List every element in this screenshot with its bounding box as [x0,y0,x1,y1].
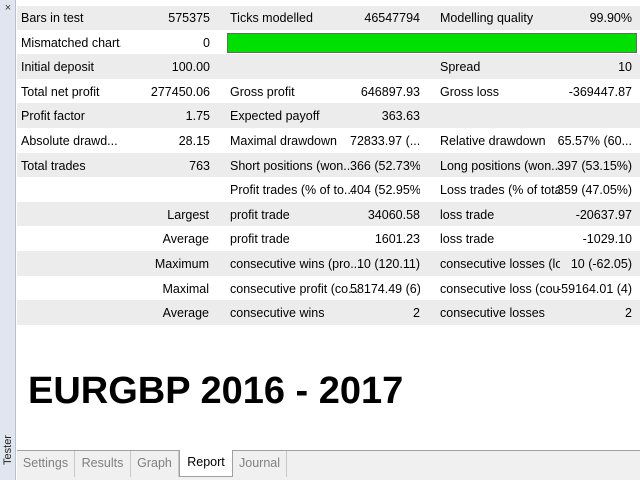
tab-report[interactable]: Report [179,450,233,477]
label-relative-drawdown: Relative drawdown [440,133,546,148]
label-loss-trades: Loss trades (% of total) [440,183,560,198]
label-largest: Largest [167,207,209,222]
label-maximal-consecutive-profit: consecutive profit (co... [230,281,359,296]
value-maximal-consecutive-loss: -59164.01 (4) [557,281,632,296]
label-total-net-profit: Total net profit [21,84,100,99]
value-max-consecutive-wins: 10 (120.11) [356,256,420,271]
value-average-consecutive-wins: 2 [413,306,420,321]
label-average-loss-trade: loss trade [440,232,495,247]
value-maximal-consecutive-profit: 58174.49 (6) [350,281,420,296]
value-absolute-drawdown: 28.15 [178,133,210,148]
value-long-positions: 397 (53.15%) [557,158,632,173]
table-row: Absolute drawd... 28.15 Maximal drawdown… [17,128,640,154]
value-average-loss-trade: -1029.10 [582,232,632,247]
value-largest-profit-trade: 34060.58 [367,207,420,222]
tester-tab-bar: Settings Results Graph Report Journal [17,450,640,480]
overlay-title: EURGBP 2016 - 2017 [28,370,404,412]
label-maximal-drawdown: Maximal drawdown [230,133,337,148]
value-spread: 10 [618,60,632,75]
table-row: Profit trades (% of to... 404 (52.95%) L… [17,178,640,203]
table-row: Initial deposit 100.00 Spread 10 [17,55,640,80]
value-gross-profit: 646897.93 [360,84,420,99]
value-expected-payoff: 363.63 [381,109,420,124]
table-row: Total trades 763 Short positions (won...… [17,153,640,179]
value-loss-trades: 359 (47.05%) [557,183,632,198]
label-average-consecutive-losses: consecutive losses [440,306,545,321]
label-largest-loss-trade: loss trade [440,207,495,222]
table-row: Average profit trade 1601.23 loss trade … [17,227,640,252]
label-largest-profit-trade: profit trade [230,207,290,222]
table-row: Largest profit trade 34060.58 loss trade… [17,202,640,228]
label-spread: Spread [440,60,481,75]
label-initial-deposit: Initial deposit [21,60,94,75]
table-row: Maximal consecutive profit (co... 58174.… [17,276,640,302]
label-short-positions: Short positions (won... [230,158,354,173]
label-maximal: Maximal [162,281,209,296]
table-row: Profit factor 1.75 Expected payoff 363.6… [17,104,640,129]
table-row: Maximum consecutive wins (pro... 10 (120… [17,251,640,277]
tester-label: Tester [2,435,14,465]
value-profit-factor: 1.75 [185,109,210,124]
label-maximum: Maximum [154,256,209,271]
label-average-consecutive: Average [162,306,209,321]
label-profit-trades: Profit trades (% of to... [230,183,355,198]
label-ticks-modelled: Ticks modelled [230,11,313,25]
value-relative-drawdown: 65.57% (60... [557,133,632,148]
value-total-trades: 763 [189,158,210,173]
tab-graph[interactable]: Graph [131,451,179,477]
label-gross-loss: Gross loss [440,84,500,99]
modelling-quality-bar [227,32,637,53]
value-largest-loss-trade: -20637.97 [575,207,632,222]
label-long-positions: Long positions (won... [440,158,560,173]
label-gross-profit: Gross profit [230,84,295,99]
label-mismatched-chart-errors: Mismatched chart... [21,35,121,50]
tab-settings[interactable]: Settings [17,451,75,477]
label-average-consecutive-wins: consecutive wins [230,306,325,321]
label-modelling-quality: Modelling quality [440,11,534,25]
label-expected-payoff: Expected payoff [230,109,320,124]
table-row: Average consecutive wins 2 consecutive l… [17,301,640,326]
value-gross-loss: -369447.87 [568,84,632,99]
value-initial-deposit: 100.00 [171,60,210,75]
label-max-consecutive-wins: consecutive wins (pro... [230,256,360,271]
label-average: Average [162,232,209,247]
tab-results[interactable]: Results [75,451,131,477]
report-table: Bars in test 575375 Ticks modelled 46547… [17,6,640,326]
tester-side-panel: × Tester [0,0,16,480]
label-average-profit-trade: profit trade [230,232,290,247]
label-absolute-drawdown: Absolute drawd... [21,133,118,148]
table-row: Mismatched chart... 0 [17,30,640,56]
value-average-profit-trade: 1601.23 [374,232,420,247]
value-modelling-quality: 99.90% [589,11,632,25]
label-max-consecutive-losses: consecutive losses (lo... [440,256,560,271]
value-short-positions: 366 (52.73%) [350,158,420,173]
label-total-trades: Total trades [21,158,86,173]
value-mismatched-chart-errors: 0 [203,35,210,50]
close-icon[interactable]: × [2,2,14,14]
value-total-net-profit: 277450.06 [150,84,210,99]
value-ticks-modelled: 46547794 [364,11,420,25]
table-row: Bars in test 575375 Ticks modelled 46547… [17,6,640,31]
value-max-consecutive-losses: 10 (-62.05) [570,256,632,271]
label-profit-factor: Profit factor [21,109,85,124]
value-maximal-drawdown: 72833.97 (... [350,133,420,148]
tab-journal[interactable]: Journal [233,451,287,477]
table-row: Total net profit 277450.06 Gross profit … [17,79,640,105]
value-profit-trades: 404 (52.95%) [350,183,420,198]
value-bars-in-test: 575375 [168,11,210,25]
value-average-consecutive-losses: 2 [625,306,632,321]
label-maximal-consecutive-loss: consecutive loss (cou... [440,281,560,296]
label-bars-in-test: Bars in test [21,11,84,25]
